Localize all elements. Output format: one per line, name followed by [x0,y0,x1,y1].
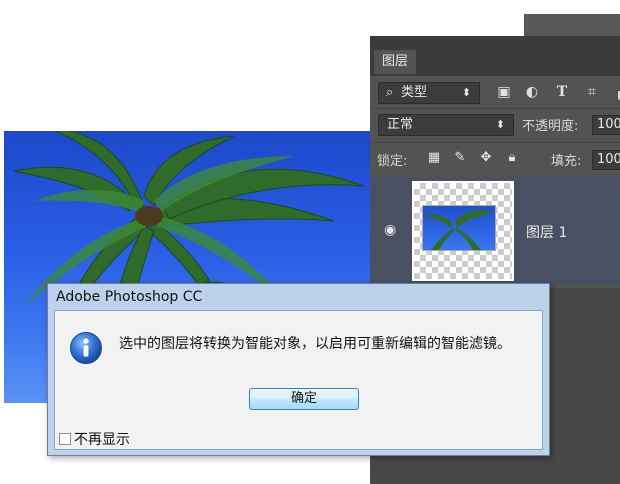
tab-layers[interactable]: 图层 [374,50,416,74]
dialog-message: 选中的图层将转换为智能对象，以启用可重新编辑的智能滤镜。 [119,336,511,352]
alert-dialog: Adobe Photoshop CC 选中的图层将转换为智能对象，以启用可重新编… [47,283,550,456]
eye-icon[interactable]: ◉ [384,223,400,237]
layer-row[interactable]: ◉ 图层 1 [370,177,620,285]
adjustment-filter-icon[interactable]: ◐ [524,84,540,100]
ok-button[interactable]: 确定 [249,388,359,410]
dont-show-again-checkbox[interactable] [59,433,71,445]
dont-show-again-label[interactable]: 不再显示 [74,429,130,449]
lock-position-icon[interactable]: ✥ [478,150,494,166]
fill-input[interactable]: 100% [592,150,620,170]
dont-show-again-option[interactable]: 不再显示 [59,429,130,449]
type-filter-icon[interactable]: T [554,84,570,100]
shape-filter-icon[interactable]: ⌗ [584,84,600,100]
panel-tab-bar: 图层 [370,36,620,76]
lock-transparency-icon[interactable]: ▦ [426,150,442,166]
filter-row: ⌕ 类型 ⬍ ▣ ◐ T ⌗ ▗ [370,76,620,108]
layer-thumbnail [412,181,514,281]
opacity-input[interactable]: 100% [592,115,620,135]
dialog-body: 选中的图层将转换为智能对象，以启用可重新编辑的智能滤镜。 确定 不再显示 [54,310,543,450]
thumbnail-image [422,205,496,251]
info-icon [70,332,102,364]
blend-row: 正常 ⬍ 不透明度: 100% [370,108,620,143]
fill-label: 填充: [551,154,582,169]
updown-arrow-icon: ⬍ [495,118,505,131]
dialog-title: Adobe Photoshop CC [56,289,203,305]
lock-label: 锁定: [377,154,408,169]
opacity-label: 不透明度: [522,119,579,134]
search-icon: ⌕ [386,85,394,100]
lock-image-icon[interactable]: ✎ [452,150,468,166]
blend-mode-select[interactable]: 正常 ⬍ [378,114,514,136]
layer-name[interactable]: 图层 1 [526,222,567,242]
lock-all-icon[interactable]: 🔒︎ [504,150,520,166]
smart-object-filter-icon[interactable]: ▗ [610,84,620,100]
palm-thumbnail-art [423,210,495,250]
lock-row: 锁定: ▦ ✎ ✥ 🔒︎ 填充: 100% [370,142,620,177]
layer-filter-select[interactable]: ⌕ 类型 ⬍ [378,82,480,104]
blend-mode-value: 正常 [387,117,414,132]
filter-kind-label: 类型 [401,85,428,100]
updown-arrow-icon: ⬍ [461,86,471,99]
image-filter-icon[interactable]: ▣ [496,84,512,100]
